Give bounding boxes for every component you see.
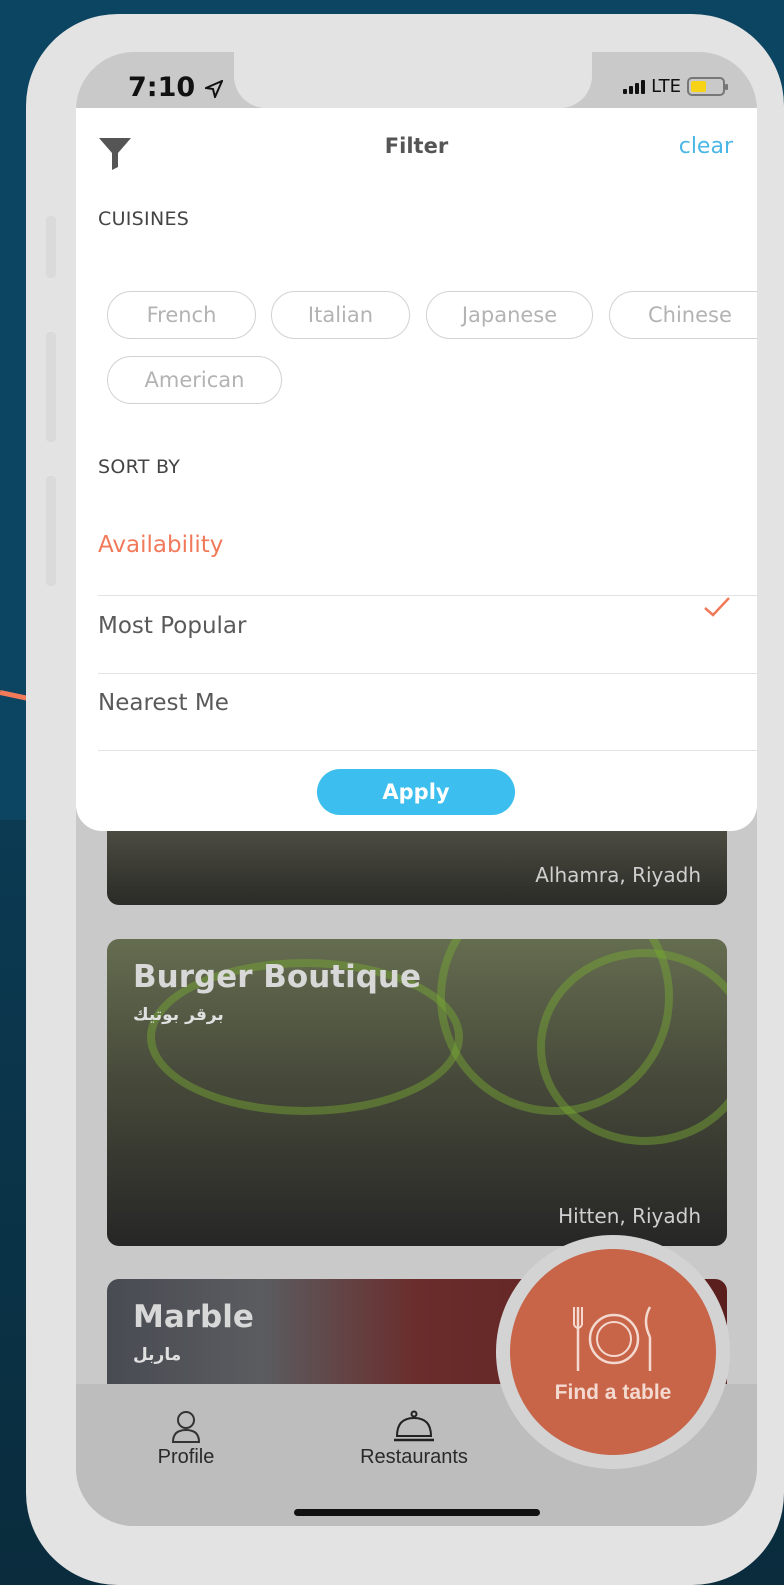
- find-table-button[interactable]: Find a table: [510, 1249, 716, 1455]
- tab-profile[interactable]: Profile: [146, 1410, 226, 1469]
- filter-sheet: Filter clear CUISINES French Italian Jap…: [76, 108, 757, 831]
- divider: [98, 673, 757, 674]
- sort-option-nearest-me[interactable]: Nearest Me: [98, 690, 757, 716]
- plate-cutlery-icon: [573, 1306, 652, 1371]
- cuisines-section-label: CUISINES: [98, 208, 190, 230]
- cuisine-chip-italian[interactable]: Italian: [271, 291, 410, 339]
- status-bar: 7:10 LTE: [76, 52, 757, 112]
- sort-option-availability[interactable]: Availability: [98, 532, 757, 558]
- status-indicators: LTE: [623, 76, 728, 97]
- home-indicator: [294, 1509, 540, 1516]
- person-icon: [171, 1411, 201, 1443]
- cloche-icon: [394, 1410, 434, 1442]
- signal-icon: [623, 79, 646, 94]
- tab-restaurants[interactable]: Restaurants: [344, 1410, 484, 1469]
- cuisine-chip-japanese[interactable]: Japanese: [426, 291, 593, 339]
- cuisine-chip-american[interactable]: American: [107, 356, 282, 404]
- filter-title: Filter: [384, 134, 449, 158]
- status-time-text: 7:10: [128, 72, 196, 103]
- sort-section-label: SORT BY: [98, 456, 181, 478]
- location-arrow-icon: [201, 78, 224, 100]
- divider: [98, 595, 757, 596]
- status-time: 7:10: [128, 72, 224, 103]
- side-button-silent: [46, 216, 56, 278]
- restaurant-card[interactable]: Burger Boutique برقر بوتيك Hitten, Riyad…: [107, 939, 727, 1246]
- battery-icon: [687, 77, 728, 96]
- restaurant-name: Burger Boutique: [133, 959, 422, 995]
- restaurant-arabic-name: برقر بوتيك: [133, 1005, 224, 1025]
- divider: [98, 750, 757, 751]
- restaurant-arabic-name: ماربل: [133, 1345, 182, 1365]
- tab-restaurants-label: Restaurants: [360, 1446, 468, 1468]
- restaurant-location: Hitten, Riyadh: [558, 1204, 701, 1228]
- clear-button[interactable]: clear: [679, 134, 733, 159]
- tab-profile-label: Profile: [157, 1446, 215, 1468]
- find-table-label: Find a table: [554, 1381, 672, 1404]
- cuisine-chip-chinese[interactable]: Chinese: [609, 291, 757, 339]
- restaurant-name: Marble: [133, 1299, 254, 1335]
- side-button-volume-up: [46, 332, 56, 442]
- network-type: LTE: [651, 76, 681, 97]
- restaurant-location: Alhamra, Riyadh: [535, 863, 701, 887]
- cuisine-chip-french[interactable]: French: [107, 291, 256, 339]
- sort-option-most-popular[interactable]: Most Popular: [98, 613, 757, 639]
- side-button-volume-down: [46, 476, 56, 586]
- phone-screen: Alhamra, Riyadh Burger Boutique برقر بوت…: [76, 52, 757, 1526]
- apply-button[interactable]: Apply: [317, 769, 515, 815]
